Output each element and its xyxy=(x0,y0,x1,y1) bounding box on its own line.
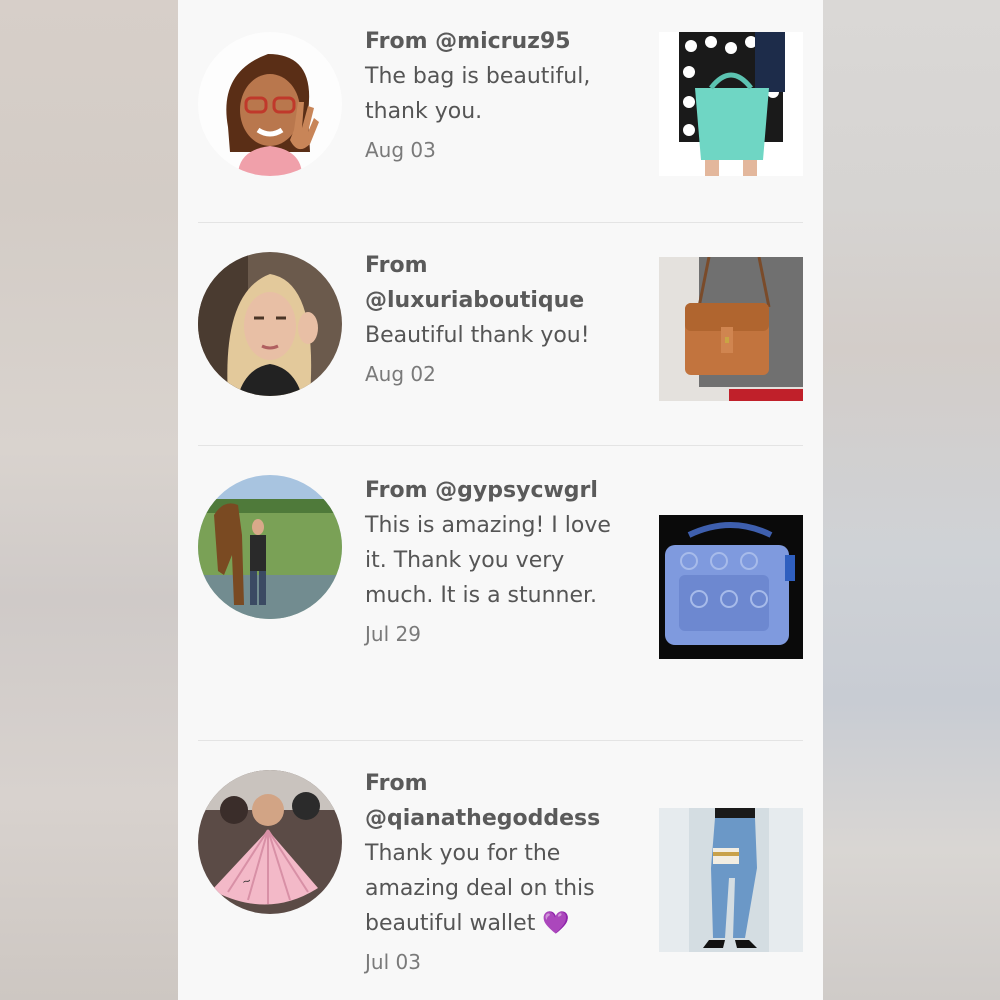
bitmoji-avatar-icon xyxy=(198,32,342,176)
user-avatar[interactable] xyxy=(198,32,342,176)
review-from[interactable]: From @gypsycwgrl xyxy=(365,473,635,508)
user-avatar[interactable]: ~ xyxy=(198,770,342,914)
review-message: Thank you for the amazing deal on this b… xyxy=(365,836,635,941)
divider xyxy=(198,445,803,446)
review-message: The bag is beautiful, thank you. xyxy=(365,64,591,124)
background-right xyxy=(823,0,1000,1000)
divider xyxy=(198,740,803,741)
review-date: Aug 03 xyxy=(365,138,436,162)
review-text: From @gypsycwgrl This is amazing! I love… xyxy=(365,473,635,652)
review-from[interactable]: From @qianathegoddess xyxy=(365,766,635,836)
review-text: From @luxuriaboutique Beautiful thank yo… xyxy=(365,248,635,392)
mint-tote-bag-photo-icon xyxy=(659,32,803,176)
listing-thumbnail[interactable] xyxy=(659,808,803,952)
review-text: From @micruz95 The bag is beautiful, tha… xyxy=(365,24,635,168)
review-date: Aug 02 xyxy=(365,362,436,386)
purple-heart-icon: 💜 xyxy=(542,911,570,936)
user-avatar[interactable] xyxy=(198,252,342,396)
background-left xyxy=(0,0,178,1000)
review-message: This is amazing! I love it. Thank you ve… xyxy=(365,513,611,608)
divider xyxy=(198,222,803,223)
review-date: Jul 29 xyxy=(365,622,421,646)
tan-crossbody-bag-photo-icon xyxy=(659,257,803,401)
selfie-avatar-icon xyxy=(198,252,342,396)
jeans-wallet-photo-icon xyxy=(659,808,803,952)
listing-thumbnail[interactable] xyxy=(659,515,803,659)
blue-signature-bag-photo-icon xyxy=(659,515,803,659)
listing-thumbnail[interactable] xyxy=(659,257,803,401)
reviews-panel: From @micruz95 The bag is beautiful, tha… xyxy=(178,0,823,1000)
review-text: From @qianathegoddess Thank you for the … xyxy=(365,766,635,980)
review-message: Beautiful thank you! xyxy=(365,323,590,348)
review-date: Jul 03 xyxy=(365,950,421,974)
fan-group-avatar-icon: ~ xyxy=(198,770,342,914)
listing-thumbnail[interactable] xyxy=(659,32,803,176)
user-avatar[interactable] xyxy=(198,475,342,619)
review-from[interactable]: From @micruz95 xyxy=(365,24,635,59)
horse-field-avatar-icon xyxy=(198,475,342,619)
review-from[interactable]: From @luxuriaboutique xyxy=(365,248,635,318)
